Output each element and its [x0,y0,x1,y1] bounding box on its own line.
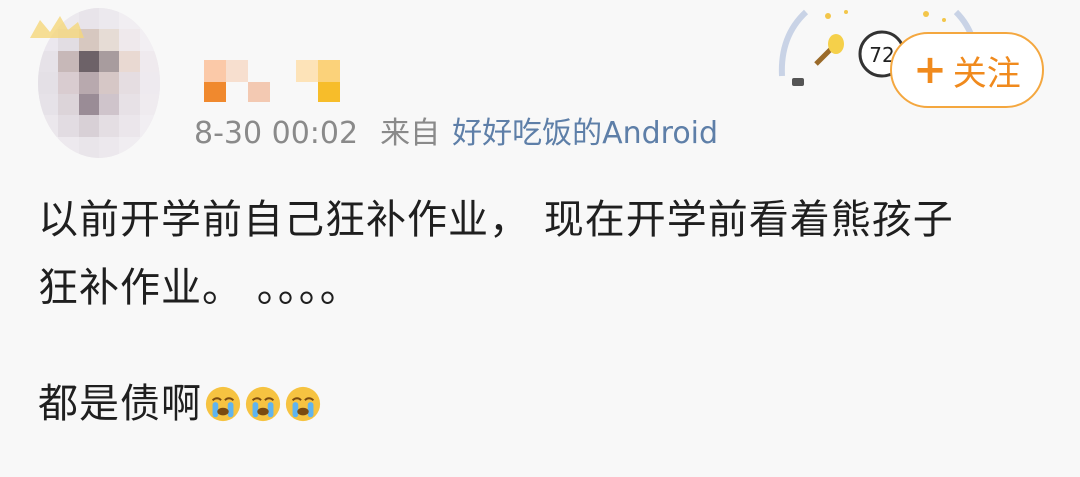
content-line: 以前开学前自己狂补作业， 现在开学前看着熊孩子 [38,197,954,243]
post-timestamp: 8-30 00:02 [194,116,359,151]
content-line: 狂补作业。 。。。。 [38,265,361,311]
crying-face-icon [285,386,321,422]
crying-face-icon [205,386,241,422]
follow-label: 关注 [952,53,1021,94]
source-device-link[interactable]: 好好吃饭的Android [452,116,718,151]
content-line: 都是债啊 [38,370,1058,438]
follow-button[interactable]: + 关注 [890,32,1044,108]
source-label: 来自 [380,116,441,151]
plus-icon: + [913,47,947,93]
crying-face-icon [245,386,281,422]
post-content: 以前开学前自己狂补作业， 现在开学前看着熊孩子 狂补作业。 。。。。 都是债啊 [38,186,1058,438]
username-mosaic[interactable] [202,58,342,104]
post-meta: 8-30 00:02 来自 好好吃饭的Android [194,112,718,156]
avatar-decoration-icon [30,16,84,38]
weibo-post-card: 8-30 00:02 来自 好好吃饭的Android 72 + 关注 以前开学前自己… [0,0,1080,477]
content-text: 都是债啊 [38,381,202,427]
